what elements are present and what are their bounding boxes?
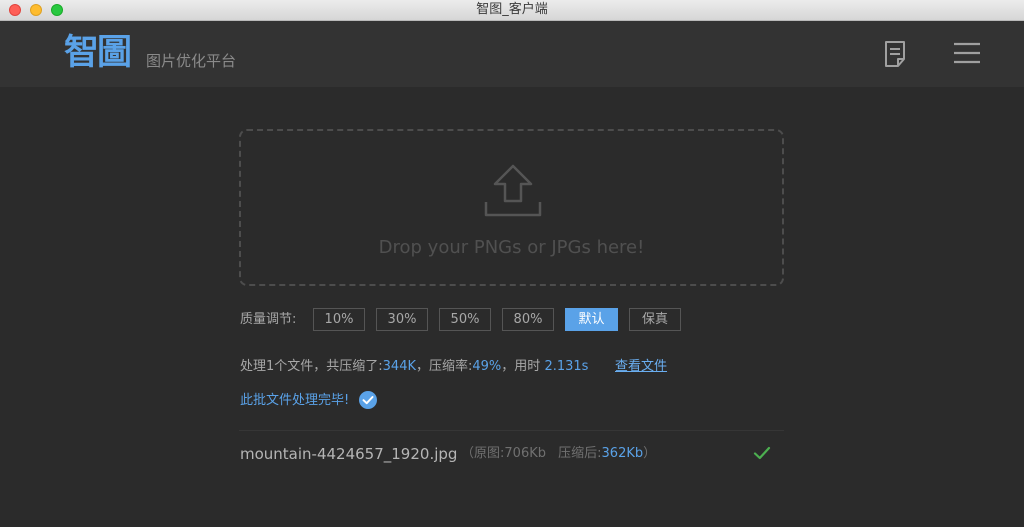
quality-30-button[interactable]: 30% <box>376 308 428 331</box>
file-size-info: （原图:706Kb 压缩后:362Kb） <box>461 445 656 463</box>
upload-icon <box>484 164 542 217</box>
summary-rate-label: ，压缩率: <box>416 359 473 374</box>
quality-50-button[interactable]: 50% <box>439 308 491 331</box>
summary-prefix: 处理1个文件，共压缩了: <box>240 359 383 374</box>
check-icon <box>753 446 771 460</box>
compressed-size: 362Kb <box>601 446 644 461</box>
app-window: 智图_客户端 智圖 图片优化平台 Drop your PNGs or JPGs … <box>0 0 1024 527</box>
compression-summary: 处理1个文件，共压缩了:344K，压缩率:49%，用时 2.131s <box>240 358 588 376</box>
check-circle-icon <box>359 391 377 409</box>
quality-lossless-button[interactable]: 保真 <box>629 308 681 331</box>
original-size: 706Kb <box>504 446 546 461</box>
summary-time: 2.131s <box>544 359 589 374</box>
hamburger-menu-icon[interactable] <box>953 41 981 65</box>
file-drop-zone[interactable]: Drop your PNGs or JPGs here! <box>239 129 784 286</box>
app-subtitle: 图片优化平台 <box>146 52 237 70</box>
file-name: mountain-4424657_1920.jpg <box>240 445 458 463</box>
batch-complete-text: 此批文件处理完毕! <box>240 393 350 408</box>
drop-zone-text: Drop your PNGs or JPGs here! <box>378 237 645 258</box>
summary-saved-size: 344K <box>382 359 416 374</box>
original-size-label: 原图: <box>474 446 505 461</box>
summary-time-label: ，用时 <box>501 359 541 374</box>
document-icon[interactable] <box>883 40 909 68</box>
quality-default-button[interactable]: 默认 <box>565 308 618 331</box>
quality-80-button[interactable]: 80% <box>502 308 554 331</box>
quality-label: 质量调节: <box>240 312 297 327</box>
file-info-open: （ <box>461 446 475 461</box>
app-logo: 智圖 <box>64 32 132 73</box>
summary-rate: 49% <box>472 359 502 374</box>
window-title: 智图_客户端 <box>476 2 548 17</box>
app-header: 智圖 图片优化平台 <box>0 21 1024 87</box>
title-bar: 智图_客户端 <box>0 0 1024 21</box>
view-files-link[interactable]: 查看文件 <box>615 358 667 376</box>
divider <box>239 430 784 431</box>
quality-10-button[interactable]: 10% <box>313 308 365 331</box>
file-info-close: ） <box>643 446 657 461</box>
compressed-size-label: 压缩后: <box>558 446 602 461</box>
